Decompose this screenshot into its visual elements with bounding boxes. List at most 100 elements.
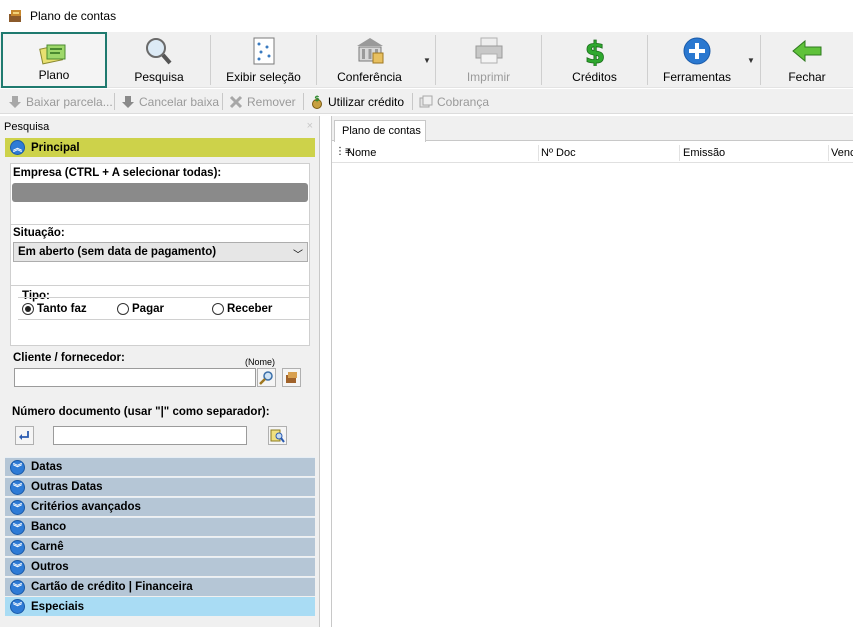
group-label: Critérios avançados [31, 501, 141, 513]
tab-label: Plano de contas [342, 125, 421, 137]
chevron-down-icon: ︾ [10, 459, 25, 475]
divider [11, 285, 309, 286]
tipo-radio-receber[interactable]: Receber [212, 303, 272, 315]
chevron-down-icon: ︾ [10, 539, 25, 555]
chevron-up-icon: ︽ [10, 140, 25, 155]
chevron-down-icon: ︾ [10, 559, 25, 575]
numero-label: Número documento (usar "|" como separado… [12, 406, 270, 418]
selection-icon [253, 37, 274, 65]
subtoolbar-separator [303, 93, 304, 110]
plano-button[interactable]: Plano [1, 32, 107, 88]
conferencia-dropdown-icon[interactable]: ▼ [423, 56, 431, 65]
pesquisa-label: Pesquisa [134, 70, 184, 84]
subtoolbar-separator [412, 93, 413, 110]
chevron-down-icon: ﹀ [293, 250, 303, 261]
tab-strip: Plano de contas [332, 116, 853, 142]
package-icon [286, 372, 297, 383]
chevron-down-icon: ︾ [10, 499, 25, 515]
grid-header: ⋮≡ Nome Nº Doc Emissão Venc [332, 145, 853, 163]
ferramentas-label: Ferramentas [662, 70, 732, 84]
group-criterios-avancados[interactable]: ︾ Critérios avançados [5, 497, 315, 516]
divider [11, 224, 309, 225]
empresa-label: Empresa (CTRL + A selecionar todas): [13, 167, 222, 179]
conferencia-button[interactable]: Conferência [317, 32, 422, 88]
numero-options-button[interactable] [15, 426, 34, 445]
cancelar-baixa-button[interactable]: Cancelar baixa [121, 92, 219, 111]
window-title: Plano de contas [30, 9, 117, 23]
cobranca-label: Cobrança [437, 94, 490, 109]
group-banco[interactable]: ︾ Banco [5, 517, 315, 536]
chevron-down-icon: ︾ [10, 599, 25, 614]
tipo-radio-pagar[interactable]: Pagar [117, 303, 164, 315]
numero-search-button[interactable] [268, 426, 287, 445]
group-especiais[interactable]: ︾ Especiais [5, 597, 315, 616]
tipo-radio-tanto-faz[interactable]: Tanto faz [22, 303, 87, 315]
cobranca-button[interactable]: Cobrança [419, 92, 489, 111]
pesquisa-button[interactable]: Pesquisa [108, 32, 210, 88]
situacao-label: Situação: [13, 227, 65, 239]
imprimir-button[interactable]: Imprimir [436, 32, 541, 88]
chevron-down-icon: ︾ [10, 519, 25, 535]
group-label: Cartão de crédito | Financeira [31, 581, 193, 593]
group-label: Especiais [31, 600, 85, 613]
cliente-hint: (Nome) [245, 357, 276, 367]
group-label: Outros [31, 561, 69, 573]
utilizar-credito-label: Utilizar crédito [328, 94, 405, 109]
printer-icon [475, 37, 502, 64]
exibir-selecao-button[interactable]: Exibir seleção [211, 32, 316, 88]
group-outras-datas[interactable]: ︾ Outras Datas [5, 477, 315, 496]
column-separator[interactable] [828, 145, 829, 161]
radio-selected-icon [22, 303, 34, 315]
group-datas[interactable]: ︾ Datas [5, 457, 315, 476]
situacao-select[interactable]: Em aberto (sem data de pagamento) ﹀ [13, 242, 308, 262]
cliente-open-button[interactable] [282, 368, 301, 387]
remover-button[interactable]: Remover [229, 92, 296, 111]
numero-input[interactable] [53, 426, 247, 445]
baixar-parcela-button[interactable]: Baixar parcela... [8, 92, 113, 111]
column-nome[interactable]: Nome [347, 147, 376, 159]
app-icon [9, 10, 21, 22]
remove-icon [229, 95, 243, 108]
utilizar-credito-button[interactable]: $ Utilizar crédito [310, 92, 404, 111]
column-n-doc[interactable]: Nº Doc [541, 147, 576, 159]
down-arrow-icon [122, 95, 134, 108]
tab-plano-de-contas[interactable]: Plano de contas [334, 120, 426, 142]
tipo-option-label: Tanto faz [37, 303, 87, 315]
group-outros[interactable]: ︾ Outros [5, 557, 315, 576]
panel-close-icon[interactable]: × [307, 120, 313, 132]
column-separator[interactable] [538, 145, 539, 161]
column-separator[interactable] [679, 145, 680, 161]
group-cartao-credito[interactable]: ︾ Cartão de crédito | Financeira [5, 577, 315, 596]
group-principal[interactable]: ︽ Principal [5, 138, 315, 157]
ferramentas-dropdown-icon[interactable]: ▼ [747, 56, 755, 65]
subtoolbar-separator [114, 93, 115, 110]
imprimir-label: Imprimir [466, 70, 511, 84]
radio-icon [212, 303, 224, 315]
download-arrow-icon [9, 95, 21, 108]
cliente-input[interactable] [14, 368, 256, 387]
exibir-selecao-label: Exibir seleção [226, 70, 301, 84]
situacao-value: Em aberto (sem data de pagamento) [18, 246, 217, 258]
ferramentas-button[interactable]: Ferramentas [648, 32, 746, 88]
tipo-label: Tipo: [22, 290, 50, 302]
group-carne[interactable]: ︾ Carnê [5, 537, 315, 556]
cliente-search-button[interactable] [257, 368, 276, 387]
remover-label: Remover [247, 94, 296, 109]
divider [18, 319, 309, 320]
empresa-list[interactable] [12, 183, 308, 202]
column-venc[interactable]: Venc [831, 147, 853, 159]
main-toolbar: Plano Pesquisa Exibir seleção Conferênci… [0, 32, 853, 88]
return-arrow-icon [19, 431, 29, 440]
plano-label: Plano [38, 68, 70, 82]
fechar-button[interactable]: Fechar [761, 32, 853, 88]
subtoolbar-separator [222, 93, 223, 110]
chevron-down-icon: ︾ [10, 479, 25, 495]
secondary-toolbar: Baixar parcela... Cancelar baixa Remover… [0, 89, 853, 114]
column-emissao[interactable]: Emissão [683, 147, 725, 159]
bank-icon [356, 38, 383, 64]
group-label: Datas [31, 461, 63, 473]
creditos-button[interactable]: $ Créditos [542, 32, 647, 88]
svg-text:$: $ [584, 36, 605, 66]
tipo-option-label: Receber [227, 303, 273, 315]
results-panel: Plano de contas ⋮≡ Nome Nº Doc Emissão V… [331, 116, 853, 627]
